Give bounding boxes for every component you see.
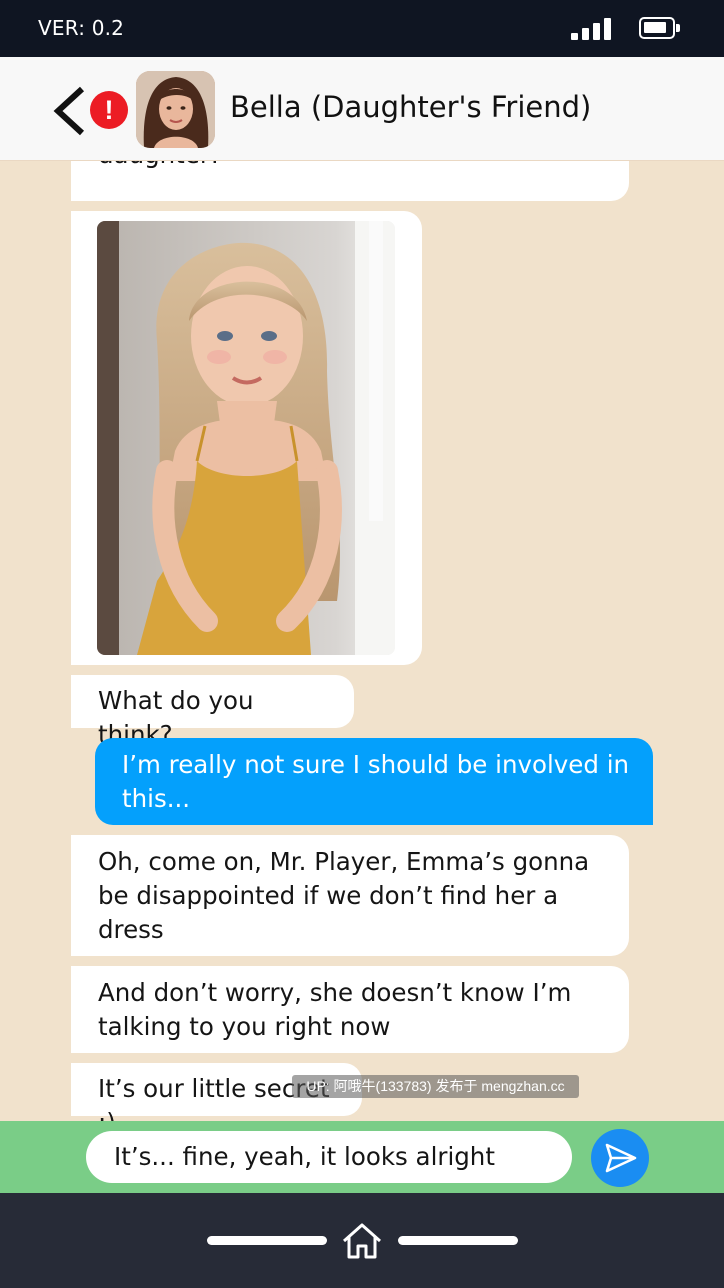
battery-icon [639,17,680,39]
watermark-label: UP: 阿哦牛(133783) 发布于 mengzhan.cc [292,1075,579,1098]
back-arrow-icon[interactable] [50,85,90,137]
message-bubble: And don’t worry, she doesn’t know I’m ta… [71,966,629,1053]
message-text: daughter! [98,161,607,172]
image-message[interactable] [71,211,422,665]
version-label: VER: 0.2 [38,16,125,40]
signal-icon [571,18,611,40]
message-text: I’m really not sure I should be involved… [122,750,630,813]
photo-image[interactable] [97,221,395,655]
send-button[interactable] [591,1129,649,1187]
send-icon [605,1143,637,1173]
status-bar: VER: 0.2 [0,0,724,57]
message-text: Oh, come on, Mr. Player, Emma’s gonna be… [98,847,590,944]
message-input[interactable] [86,1131,572,1183]
message-list: daughter! [0,161,724,1121]
contact-avatar[interactable] [136,71,215,148]
home-icon[interactable] [340,1221,384,1261]
nav-pill-right[interactable] [398,1236,518,1245]
nav-pill-left[interactable] [207,1236,327,1245]
message-bubble: Oh, come on, Mr. Player, Emma’s gonna be… [71,835,629,956]
message-bubble: What do you think? [71,675,354,749]
composer-bar [0,1121,724,1193]
alert-icon: ! [90,91,128,129]
message-text: And don’t worry, she doesn’t know I’m ta… [98,978,572,1041]
navigation-bar [0,1193,724,1288]
message-bubble: daughter! [71,161,629,201]
sent-message-bubble: I’m really not sure I should be involved… [95,738,653,825]
contact-name: Bella (Daughter's Friend) [230,90,592,124]
